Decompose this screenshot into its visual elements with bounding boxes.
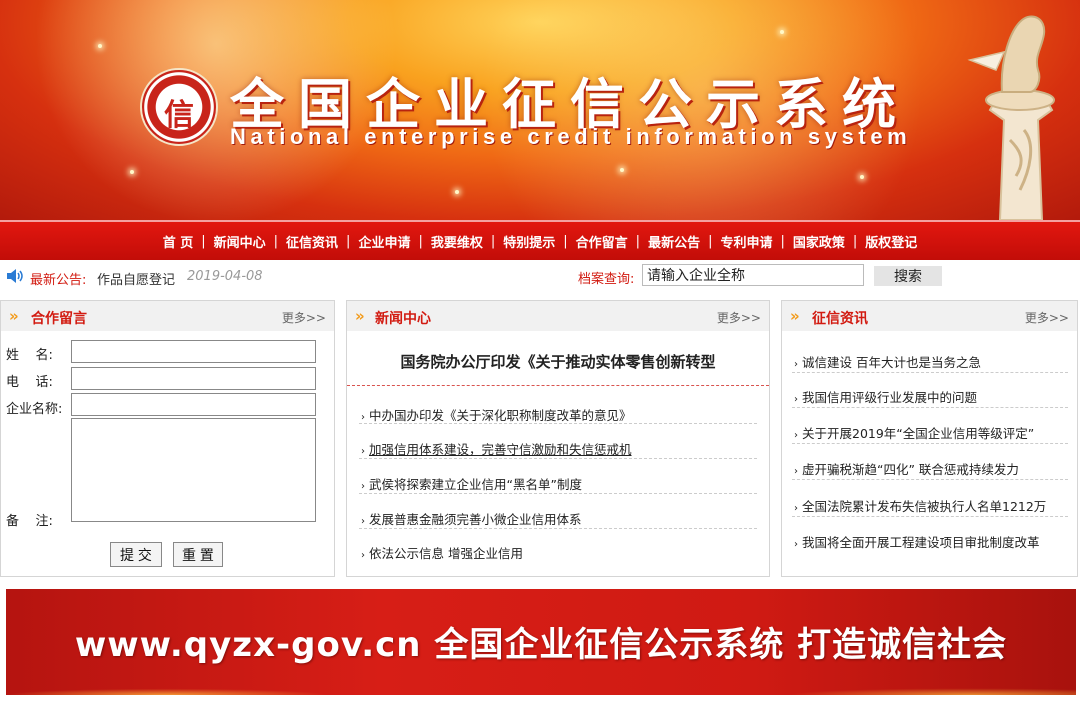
panel-header: » 征信资讯 更多>> bbox=[782, 301, 1077, 331]
divider bbox=[347, 385, 769, 386]
credit-news-item[interactable]: › 我国将全面开展工程建设项目审批制度改革 bbox=[794, 532, 1040, 551]
bullet-icon: › bbox=[794, 466, 798, 477]
nav-rights[interactable]: 我要维权 bbox=[423, 232, 491, 251]
phone-label: 电 话: bbox=[6, 375, 53, 390]
news-item[interactable]: › 发展普惠金融须完善小微企业信用体系 bbox=[361, 509, 582, 528]
more-link[interactable]: 更多>> bbox=[717, 309, 761, 326]
company-label: 企业名称: bbox=[6, 402, 63, 417]
divider bbox=[359, 493, 757, 494]
latest-notice-label: 最新公告: bbox=[30, 273, 87, 288]
latest-notice-date: 2019-04-08 bbox=[187, 269, 263, 284]
banner-sparkle bbox=[455, 190, 459, 194]
nav-national-policy[interactable]: 国家政策 bbox=[785, 232, 853, 251]
name-field[interactable] bbox=[71, 340, 316, 363]
main-nav: 首 页 | 新闻中心 | 征信资讯 | 企业申请 | 我要维权 | 特别提示 |… bbox=[0, 220, 1080, 260]
divider bbox=[792, 479, 1068, 480]
bullet-icon: › bbox=[794, 430, 798, 441]
news-item[interactable]: › 依法公示信息 增强企业信用 bbox=[361, 543, 523, 562]
double-chevron-icon: » bbox=[9, 307, 19, 325]
reset-button[interactable]: 重 置 bbox=[173, 542, 223, 567]
bullet-icon: › bbox=[361, 550, 365, 561]
panel-title: 合作留言 bbox=[31, 311, 87, 327]
nav-news-center[interactable]: 新闻中心 bbox=[206, 232, 274, 251]
banner-sparkle bbox=[98, 44, 102, 48]
huabiao-pillar-image bbox=[967, 15, 1055, 220]
phone-field[interactable] bbox=[71, 367, 316, 390]
more-link[interactable]: 更多>> bbox=[1025, 309, 1069, 326]
news-headline[interactable]: 国务院办公厅印发《关于推动实体零售创新转型 bbox=[347, 351, 769, 372]
search-button[interactable]: 搜索 bbox=[874, 266, 942, 286]
bullet-icon: › bbox=[361, 481, 365, 492]
enterprise-search-input[interactable] bbox=[642, 264, 864, 286]
slogan-banner: www.qyzx-gov.cn 全国企业征信公示系统 打造诚信社会 bbox=[6, 589, 1076, 695]
divider bbox=[359, 458, 757, 459]
credit-seal-logo: 信 bbox=[140, 68, 218, 146]
credit-news-item[interactable]: › 全国法院累计发布失信被执行人名单1212万 bbox=[794, 496, 1046, 515]
divider bbox=[792, 516, 1068, 517]
nav-patent-apply[interactable]: 专利申请 bbox=[712, 232, 780, 251]
bullet-icon: › bbox=[361, 412, 365, 423]
bullet-icon: › bbox=[794, 503, 798, 514]
bullet-icon: › bbox=[794, 359, 798, 370]
news-item[interactable]: › 加强信用体系建设，完善守信激励和失信惩戒机 bbox=[361, 439, 632, 458]
double-chevron-icon: » bbox=[790, 307, 800, 325]
nav-latest-notice[interactable]: 最新公告 bbox=[640, 232, 708, 251]
panel-title: 新闻中心 bbox=[375, 311, 431, 327]
panel-header: » 新闻中心 更多>> bbox=[347, 301, 769, 331]
bullet-icon: › bbox=[794, 539, 798, 550]
banner-sparkle bbox=[860, 175, 864, 179]
nav-cooperation-message[interactable]: 合作留言 bbox=[568, 232, 636, 251]
header-banner: 信 全国企业征信公示系统 National enterprise credit … bbox=[0, 0, 1080, 220]
latest-notice-link[interactable]: 作品自愿登记 bbox=[97, 269, 175, 288]
nav-copyright[interactable]: 版权登记 bbox=[857, 232, 925, 251]
divider bbox=[792, 372, 1068, 373]
name-label: 姓 名: bbox=[6, 348, 53, 363]
panel-title: 征信资讯 bbox=[812, 311, 868, 327]
banner-sparkle bbox=[620, 168, 624, 172]
credit-news-item[interactable]: › 诚信建设 百年大计也是当务之急 bbox=[794, 352, 981, 371]
news-center-panel: » 新闻中心 更多>> 国务院办公厅印发《关于推动实体零售创新转型 › 中办国办印… bbox=[346, 300, 770, 577]
credit-info-panel: » 征信资讯 更多>> › 诚信建设 百年大计也是当务之急 › 我国信用评级行业发展… bbox=[781, 300, 1078, 577]
cooperation-message-panel: » 合作留言 更多>> 姓 名: 电 话: 企业名称: 备 注: 提 交 重 置 bbox=[0, 300, 335, 577]
speaker-icon bbox=[7, 269, 23, 283]
slogan-text: www.qyzx-gov.cn 全国企业征信公示系统 打造诚信社会 bbox=[74, 625, 1008, 665]
remark-textarea[interactable] bbox=[71, 418, 316, 522]
credit-news-item[interactable]: › 关于开展2019年“全国企业信用等级评定” bbox=[794, 423, 1034, 442]
credit-news-item[interactable]: › 我国信用评级行业发展中的问题 bbox=[794, 387, 977, 406]
nav-enterprise-apply[interactable]: 企业申请 bbox=[350, 232, 418, 251]
bullet-icon: › bbox=[794, 394, 798, 405]
double-chevron-icon: » bbox=[355, 307, 365, 325]
submit-button[interactable]: 提 交 bbox=[110, 542, 162, 567]
divider bbox=[792, 407, 1068, 408]
banner-sparkle bbox=[130, 170, 134, 174]
news-item[interactable]: › 武侯将探索建立企业信用“黑名单”制度 bbox=[361, 474, 582, 493]
more-link[interactable]: 更多>> bbox=[282, 309, 326, 326]
nav-home[interactable]: 首 页 bbox=[155, 232, 202, 251]
credit-news-item[interactable]: › 虚开骗税渐趋“四化” 联合惩戒持续发力 bbox=[794, 459, 1019, 478]
nav-special-notice[interactable]: 特别提示 bbox=[495, 232, 563, 251]
banner-sparkle bbox=[780, 30, 784, 34]
archive-query-label: 档案查询: bbox=[578, 272, 635, 287]
seal-char: 信 bbox=[164, 98, 194, 133]
nav-credit-info[interactable]: 征信资讯 bbox=[278, 232, 346, 251]
notice-bar: 最新公告: 作品自愿登记 2019-04-08 档案查询: 搜索 bbox=[0, 260, 1080, 294]
company-field[interactable] bbox=[71, 393, 316, 416]
remark-label: 备 注: bbox=[6, 514, 53, 529]
bullet-icon: › bbox=[361, 446, 365, 457]
divider bbox=[792, 443, 1068, 444]
divider bbox=[359, 423, 757, 424]
news-item[interactable]: › 中办国办印发《关于深化职称制度改革的意见》 bbox=[361, 405, 632, 424]
site-subtitle: National enterprise credit information s… bbox=[230, 124, 912, 149]
divider bbox=[359, 528, 757, 529]
bullet-icon: › bbox=[361, 516, 365, 527]
panel-header: » 合作留言 更多>> bbox=[1, 301, 334, 331]
